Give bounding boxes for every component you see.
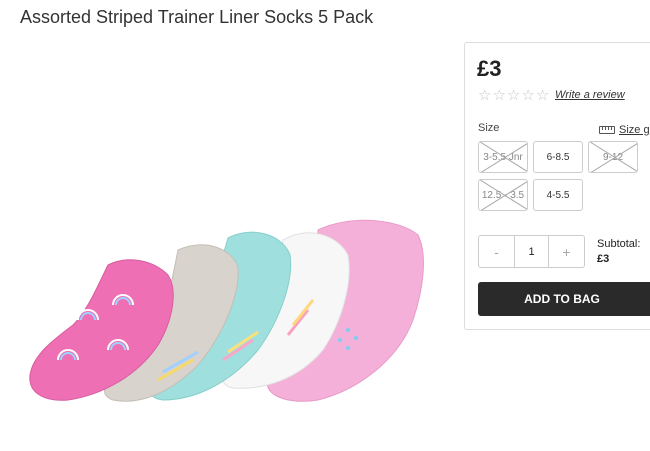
star-icon[interactable]: ☆ — [536, 88, 549, 103]
quantity-decrease-button[interactable]: - — [479, 236, 514, 267]
write-review-link[interactable]: Write a review — [555, 89, 625, 101]
ruler-icon — [599, 126, 615, 134]
star-icon[interactable]: ☆ — [507, 88, 520, 103]
size-option-9-12[interactable]: 9-12 — [588, 141, 638, 173]
star-icon[interactable]: ☆ — [521, 88, 534, 103]
size-guide-link[interactable]: Size g — [599, 124, 650, 136]
size-option-12.5-3.5[interactable]: 12.5 - 3.5 — [478, 179, 528, 211]
size-option-6-8.5[interactable]: 6-8.5 — [533, 141, 583, 173]
size-label: Size — [478, 122, 500, 134]
subtotal-label: Subtotal: — [597, 238, 641, 250]
product-title: Assorted Striped Trainer Liner Socks 5 P… — [20, 7, 374, 27]
size-option-4-5.5[interactable]: 4-5.5 — [533, 179, 583, 211]
product-image — [29, 219, 424, 402]
subtotal-value: £3 — [597, 253, 610, 265]
size-option-3-5.5-jnr[interactable]: 3-5.5 Jnr — [478, 141, 528, 173]
price: £3 — [477, 56, 502, 81]
quantity-increase-button[interactable]: + — [549, 236, 584, 267]
size-guide-label: Size g — [619, 124, 650, 136]
star-icon[interactable]: ☆ — [492, 88, 505, 103]
add-to-bag-button[interactable]: ADD TO BAG — [478, 282, 650, 316]
quantity-value[interactable]: 1 — [514, 236, 549, 267]
quantity-stepper: - 1 + — [478, 235, 585, 268]
star-icon[interactable]: ☆ — [478, 88, 491, 103]
rating-stars[interactable]: ☆ ☆ ☆ ☆ ☆ — [478, 88, 549, 103]
